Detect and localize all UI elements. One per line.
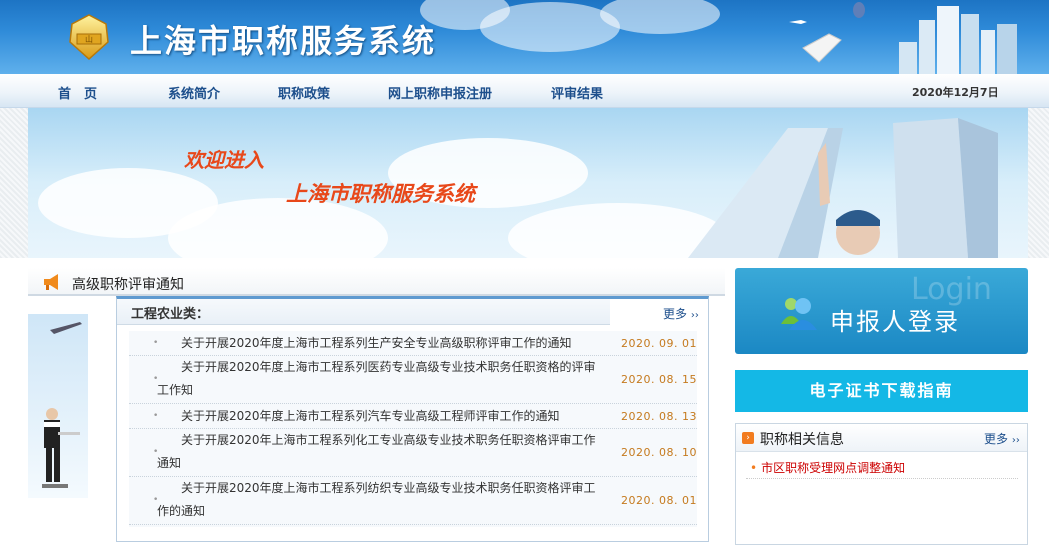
notice-title[interactable]: 关于开展2020年度上海市工程系列纺织专业高级专业技术职务任职资格评审工作的通知	[157, 477, 605, 523]
megaphone-icon	[44, 274, 58, 290]
emblem-logo-icon: 山	[69, 14, 109, 61]
nav-system-intro[interactable]: 系统简介	[168, 83, 220, 102]
double-chevron-right-icon: ››	[690, 310, 699, 321]
notice-row[interactable]: • 关于开展2020年度上海市工程系列医药专业高级专业技术职务任职资格的评审工作…	[129, 356, 697, 404]
notice-title[interactable]: 关于开展2020年度上海市工程系列生产安全专业高级职称评审工作的通知	[157, 332, 605, 355]
notice-row[interactable]: • 关于开展2020年度上海市工程系列生产安全专业高级职称评审工作的通知 202…	[129, 331, 697, 356]
svg-text:山: 山	[85, 34, 93, 44]
nav-title-policy[interactable]: 职称政策	[278, 83, 330, 102]
nav-home[interactable]: 首 页	[58, 83, 97, 102]
notice-date: 2020. 08. 10	[621, 446, 697, 459]
nav-review-results[interactable]: 评审结果	[551, 83, 603, 102]
chevron-right-icon: ›	[742, 432, 754, 444]
notice-date: 2020. 08. 15	[621, 373, 697, 386]
divider	[746, 478, 1018, 479]
notice-row[interactable]: • 关于开展2020年上海市工程系列化工专业高级专业技术职务任职资格评审工作通知…	[129, 429, 697, 477]
users-icon	[781, 298, 817, 330]
site-title: 上海市职称服务系统	[130, 22, 437, 60]
senior-title-notice-header: 高级职称评审通知	[28, 268, 725, 296]
info-list-item[interactable]: • 市区职称受理网点调整通知	[750, 459, 905, 476]
welcome-text-line1: 欢迎进入	[184, 148, 264, 172]
site-header: 山 上海市职称服务系统	[0, 0, 1049, 74]
header-cloud	[480, 2, 620, 52]
welcome-banner: 欢迎进入 上海市职称服务系统	[28, 108, 1028, 258]
notice-row[interactable]: • 关于开展2020年度上海市工程系列纺织专业高级专业技术职务任职资格评审工作的…	[129, 477, 697, 525]
notice-title[interactable]: 关于开展2020年度上海市工程系列医药专业高级专业技术职务任职资格的评审工作知	[157, 356, 605, 402]
category-title: 工程农业类：	[131, 307, 210, 322]
current-date: 2020年12月7日	[912, 86, 999, 99]
notice-title[interactable]: 关于开展2020年上海市工程系列化工专业高级专业技术职务任职资格评审工作通知	[157, 429, 605, 475]
side-pattern-left	[0, 108, 28, 258]
section-title: 高级职称评审通知	[72, 277, 184, 293]
nav-online-registration[interactable]: 网上职称申报注册	[388, 83, 492, 102]
info-header: › 职称相关信息 更多 ››	[736, 424, 1027, 452]
info-item-label[interactable]: 市区职称受理网点调整通知	[761, 461, 905, 475]
notice-date: 2020. 08. 01	[621, 494, 697, 507]
title-info-panel: › 职称相关信息 更多 ›› • 市区职称受理网点调整通知	[735, 423, 1028, 545]
side-pattern-right	[1028, 108, 1049, 258]
notice-list: • 关于开展2020年度上海市工程系列生产安全专业高级职称评审工作的通知 202…	[129, 331, 697, 527]
notice-row[interactable]: • 关于开展2020年度上海市工程系列汽车专业高级工程师评审工作的通知 2020…	[129, 404, 697, 429]
skyscraper-illustration	[688, 118, 998, 258]
double-chevron-right-icon: ››	[1011, 435, 1020, 446]
notices-more-link[interactable]: 更多 ››	[663, 305, 699, 322]
notice-panel: 工程农业类： 更多 ›› • 关于开展2020年度上海市工程系列生产安全专业高级…	[116, 296, 709, 542]
notice-title[interactable]: 关于开展2020年度上海市工程系列汽车专业高级工程师评审工作的通知	[157, 405, 605, 428]
welcome-text-line2: 上海市职称服务系统	[286, 182, 475, 206]
notice-date: 2020. 09. 01	[621, 337, 697, 350]
login-label: 申报人登录	[830, 308, 960, 336]
e-certificate-guide-button[interactable]: 电子证书下载指南	[735, 370, 1028, 412]
businessman-illustration	[28, 314, 88, 498]
category-tab[interactable]: 工程农业类：	[117, 299, 610, 325]
bullet-icon: •	[750, 461, 758, 475]
more-label: 更多	[663, 307, 688, 321]
city-skyline-illustration	[789, 2, 1017, 74]
applicant-login-button[interactable]: Login 申报人登录	[735, 268, 1028, 354]
businessman-figure	[42, 322, 82, 488]
info-more-link[interactable]: 更多 ››	[984, 430, 1020, 447]
main-nav: 首 页 系统简介 职称政策 网上职称申报注册 评审结果 2020年12月7日	[0, 74, 1049, 108]
notice-date: 2020. 08. 13	[621, 410, 697, 423]
more-label: 更多	[984, 432, 1009, 446]
info-title: 职称相关信息	[760, 432, 844, 448]
